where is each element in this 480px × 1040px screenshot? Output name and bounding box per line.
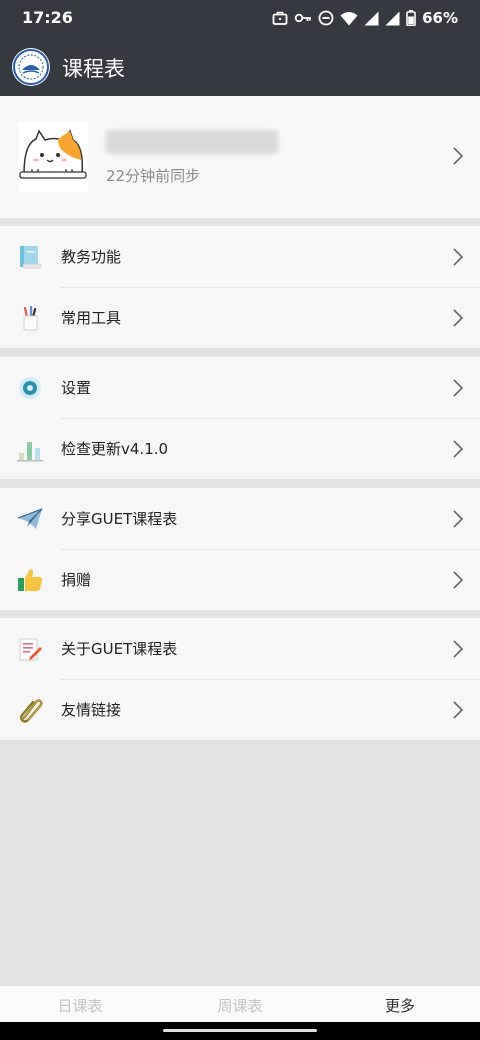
menu-item-label: 教务功能: [61, 248, 122, 266]
bottom-nav: 日课表 周课表 更多: [0, 986, 480, 1022]
wifi-icon: [340, 11, 358, 25]
profile-card[interactable]: 22分钟前同步: [0, 96, 480, 218]
chevron-right-icon: [453, 510, 464, 528]
menu-item-label: 捐赠: [61, 571, 92, 589]
page-title: 课程表: [62, 57, 125, 81]
gesture-handle[interactable]: [163, 1029, 317, 1032]
menu-item-label: 友情链接: [61, 701, 122, 719]
menu-item-about[interactable]: 关于GUET课程表: [0, 618, 480, 679]
tab-weekly-schedule[interactable]: 周课表: [160, 995, 320, 1016]
system-gesture-area: [0, 1022, 480, 1040]
chevron-right-icon: [453, 309, 464, 327]
key-icon: [294, 13, 312, 23]
menu-item-label: 常用工具: [61, 309, 122, 327]
chevron-right-icon: [453, 640, 464, 658]
battery-percent: 66%: [422, 9, 458, 27]
menu-item-friend-links[interactable]: 友情链接: [0, 679, 480, 740]
status-time: 17:26: [22, 8, 73, 27]
menu-item-label: 关于GUET课程表: [61, 640, 178, 658]
dnd-icon: [318, 10, 334, 26]
menu-item-academic-functions[interactable]: 教务功能: [0, 226, 480, 287]
menu-group-about: 关于GUET课程表 友情链接: [0, 618, 480, 740]
signal-icon: [385, 11, 400, 25]
pen-holder-icon: [16, 304, 44, 332]
sync-status: 22分钟前同步: [106, 167, 201, 185]
status-bar: 17:26 66%: [0, 0, 480, 36]
menu-group-share: 分享GUET课程表 捐赠: [0, 488, 480, 610]
menu-item-label: 检查更新v4.1.0: [61, 440, 169, 458]
menu-group-academic: 教务功能 常用工具: [0, 226, 480, 348]
battery-icon: [406, 10, 416, 26]
chevron-right-icon: [453, 248, 464, 266]
menu-item-settings[interactable]: 设置: [0, 357, 480, 418]
chevron-right-icon: [453, 379, 464, 397]
menu-item-common-tools[interactable]: 常用工具: [0, 287, 480, 348]
menu-group-settings: 设置 检查更新v4.1.0: [0, 357, 480, 479]
bar-chart-icon: [16, 435, 44, 463]
menu-item-label: 设置: [61, 379, 92, 397]
thumbs-up-icon: [16, 566, 44, 594]
briefcase-icon: [272, 11, 288, 25]
menu-item-check-update[interactable]: 检查更新v4.1.0: [0, 418, 480, 479]
book-icon: [16, 243, 44, 271]
menu-item-share[interactable]: 分享GUET课程表: [0, 488, 480, 549]
menu-item-label: 分享GUET课程表: [61, 510, 178, 528]
paper-plane-icon: [16, 505, 44, 533]
chevron-right-icon: [453, 571, 464, 589]
notepad-icon: [16, 635, 44, 663]
chevron-right-icon: [453, 701, 464, 719]
menu-item-donate[interactable]: 捐赠: [0, 549, 480, 610]
paperclip-icon: [16, 696, 44, 724]
signal-icon: [364, 11, 379, 25]
username-blurred: [106, 130, 278, 154]
tab-daily-schedule[interactable]: 日课表: [0, 995, 160, 1016]
chevron-right-icon: [453, 147, 464, 165]
tab-more[interactable]: 更多: [320, 995, 480, 1016]
settings-icon: [16, 374, 44, 402]
avatar: [18, 122, 88, 192]
app-bar: 课程表: [0, 36, 480, 96]
university-logo: [12, 48, 50, 86]
status-icons: 66%: [272, 8, 458, 28]
chevron-right-icon: [453, 440, 464, 458]
